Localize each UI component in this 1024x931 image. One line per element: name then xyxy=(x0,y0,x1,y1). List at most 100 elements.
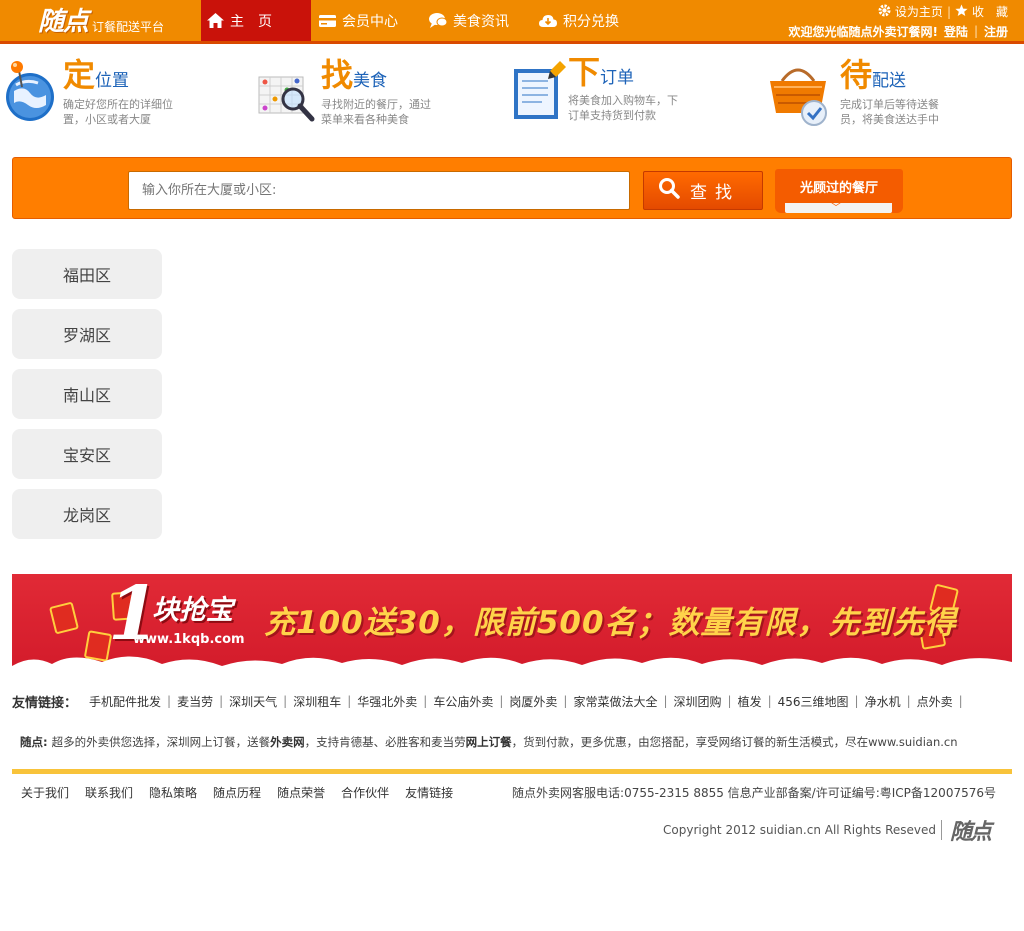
building-search-input[interactable] xyxy=(128,171,630,210)
nav-member-label: 会员中心 xyxy=(342,13,398,30)
slogan-text: ，货到付款，更多优惠，由您搭配，享受网络订餐的新生活模式，尽在www.suidi… xyxy=(511,735,958,749)
footer-link-partners[interactable]: 合作伙伴 xyxy=(341,784,389,801)
nav-points-exchange[interactable]: 积分兑换 xyxy=(531,0,631,41)
login-link[interactable]: 登陆 xyxy=(944,23,968,40)
friend-link[interactable]: 植发 xyxy=(738,693,762,710)
banner-url: www.1kqb.com xyxy=(133,632,245,647)
visited-restaurants-dropdown[interactable]: 光顾过的餐厅 ﹀ xyxy=(775,169,903,214)
separator: | xyxy=(563,694,568,708)
top-right-links: 设为主页 | 收 藏 欢迎您光临随点外卖订餐网! 登陆 | 注册 xyxy=(788,3,1008,41)
separator: | xyxy=(767,694,772,708)
footer-link-friends[interactable]: 友情链接 xyxy=(405,784,453,801)
friend-link[interactable]: 车公庙外卖 xyxy=(433,693,493,710)
step-delivery-big: 待 xyxy=(840,56,873,94)
copyright-row: Copyright 2012 suidian.cn All Rights Res… xyxy=(663,814,992,846)
logo-subtitle: 订餐配送平台 xyxy=(92,20,165,34)
visited-dropdown-tab: ﹀ xyxy=(785,203,892,214)
friend-link[interactable]: 麦当劳 xyxy=(177,693,213,710)
friend-link[interactable]: 岗厦外卖 xyxy=(509,693,557,710)
step-delivery-desc: 完成订单后等待送餐员，将美食送达手中 xyxy=(840,98,939,126)
footer-link-honors[interactable]: 随点荣誉 xyxy=(277,784,325,801)
separator: | xyxy=(727,694,732,708)
step-find-big: 找 xyxy=(321,56,354,94)
step-order-big: 下 xyxy=(568,53,601,91)
ordering-steps: 定位置 确定好您所在的详细位置，小区或者大厦 找美食 寻找附近的餐厅，通过菜单来… xyxy=(0,53,1024,135)
nav-food-news[interactable]: 美食资讯 xyxy=(421,0,531,41)
separator xyxy=(941,820,943,840)
step-delivery-small: 配送 xyxy=(872,71,907,91)
cloud-icon xyxy=(539,14,557,27)
separator: | xyxy=(219,694,224,708)
banner-brand: 块抢宝 xyxy=(152,595,233,626)
chevron-down-icon: ﹀ xyxy=(831,203,841,214)
search-icon xyxy=(658,177,690,204)
main-nav: 主 页 会员中心 美食资讯 积分兑换 xyxy=(201,0,631,41)
nav-food-label: 美食资讯 xyxy=(453,13,509,30)
nav-member-center[interactable]: 会员中心 xyxy=(311,0,421,41)
slogan-lead: 随点: xyxy=(20,735,48,749)
banner-cloud-border xyxy=(12,656,1012,678)
order-form-icon xyxy=(512,61,572,121)
district-baoan[interactable]: 宝安区 xyxy=(12,429,162,479)
welcome-text: 欢迎您光临随点外卖订餐网! xyxy=(788,24,938,39)
district-list: 福田区 罗湖区 南山区 宝安区 龙岗区 xyxy=(12,249,162,549)
footer-contact-info: 随点外卖网客服电话:0755-2315 8855 信息产业部备案/许可证编号:粤… xyxy=(512,786,996,800)
gear-icon xyxy=(878,4,891,20)
friend-link[interactable]: 深圳团购 xyxy=(674,693,722,710)
step-find-desc: 寻找附近的餐厅，通过菜单来看各种美食 xyxy=(321,98,431,126)
separator: | xyxy=(663,694,668,708)
globe-pin-icon xyxy=(2,61,62,121)
friend-link[interactable]: 深圳天气 xyxy=(229,693,277,710)
footer-links: 关于我们 联系我们 隐私策略 随点历程 随点荣誉 合作伙伴 友情链接 xyxy=(21,784,453,801)
district-futian[interactable]: 福田区 xyxy=(12,249,162,299)
nav-home-label: 主 页 xyxy=(230,13,272,30)
search-button[interactable]: 查找 xyxy=(643,171,763,210)
separator: | xyxy=(423,694,428,708)
top-navigation-bar: 随点 订餐配送平台 主 页 会员中心 美食资讯 积分兑换 设为主页 | 收 藏 … xyxy=(0,0,1024,44)
separator: | xyxy=(946,4,951,19)
basket-check-icon xyxy=(768,61,828,126)
friend-link[interactable]: 456三维地图 xyxy=(778,693,849,710)
map-search-icon xyxy=(257,61,317,122)
slogan-keyword: 外卖网 xyxy=(270,735,305,749)
friend-link[interactable]: 点外卖 xyxy=(917,693,953,710)
separator: | xyxy=(973,24,978,38)
nav-points-label: 积分兑换 xyxy=(563,13,619,30)
banner-slogan: 充100送30，限前500名；数量有限，先到先得 xyxy=(264,605,957,641)
visited-restaurants-label: 光顾过的餐厅 xyxy=(799,181,878,196)
chat-icon xyxy=(429,13,447,28)
separator: | xyxy=(283,694,288,708)
friend-link[interactable]: 华强北外卖 xyxy=(357,693,417,710)
separator: | xyxy=(499,694,504,708)
footer-link-about[interactable]: 关于我们 xyxy=(21,784,69,801)
friend-link[interactable]: 净水机 xyxy=(865,693,901,710)
site-logo[interactable]: 随点 订餐配送平台 xyxy=(38,4,164,38)
red-envelope-icon xyxy=(48,601,80,635)
district-nanshan[interactable]: 南山区 xyxy=(12,369,162,419)
add-favorite-link[interactable]: 收 藏 xyxy=(972,3,1008,20)
footer-divider xyxy=(12,769,1012,774)
star-icon xyxy=(955,4,968,20)
step-find-small: 美食 xyxy=(353,71,388,91)
register-link[interactable]: 注册 xyxy=(984,23,1008,40)
step-order-small: 订单 xyxy=(600,68,635,88)
friend-link[interactable]: 手机配件批发 xyxy=(89,693,161,710)
logo-text: 随点 xyxy=(38,7,89,37)
district-luohu[interactable]: 罗湖区 xyxy=(12,309,162,359)
footer-link-contact[interactable]: 联系我们 xyxy=(85,784,133,801)
step-locate-small: 位置 xyxy=(95,71,130,91)
slogan-keyword: 网上订餐 xyxy=(465,735,512,749)
set-homepage-link[interactable]: 设为主页 xyxy=(895,3,943,20)
card-icon xyxy=(319,14,336,27)
friend-link[interactable]: 深圳租车 xyxy=(293,693,341,710)
footer-link-privacy[interactable]: 隐私策略 xyxy=(149,784,197,801)
friend-link[interactable]: 家常菜做法大全 xyxy=(573,693,657,710)
step-locate-big: 定 xyxy=(63,56,96,94)
footer-link-history[interactable]: 随点历程 xyxy=(213,784,261,801)
step-order-desc: 将美食加入购物车，下订单支持货到付款 xyxy=(568,94,678,122)
home-icon xyxy=(207,13,224,28)
slogan-text: 超多的外卖供您选择，深圳网上订餐，送餐 xyxy=(51,735,271,749)
nav-home[interactable]: 主 页 xyxy=(201,0,311,41)
promo-banner[interactable]: 1 块抢宝 www.1kqb.com 充100送30，限前500名；数量有限，先… xyxy=(12,574,1012,678)
district-longgang[interactable]: 龙岗区 xyxy=(12,489,162,539)
